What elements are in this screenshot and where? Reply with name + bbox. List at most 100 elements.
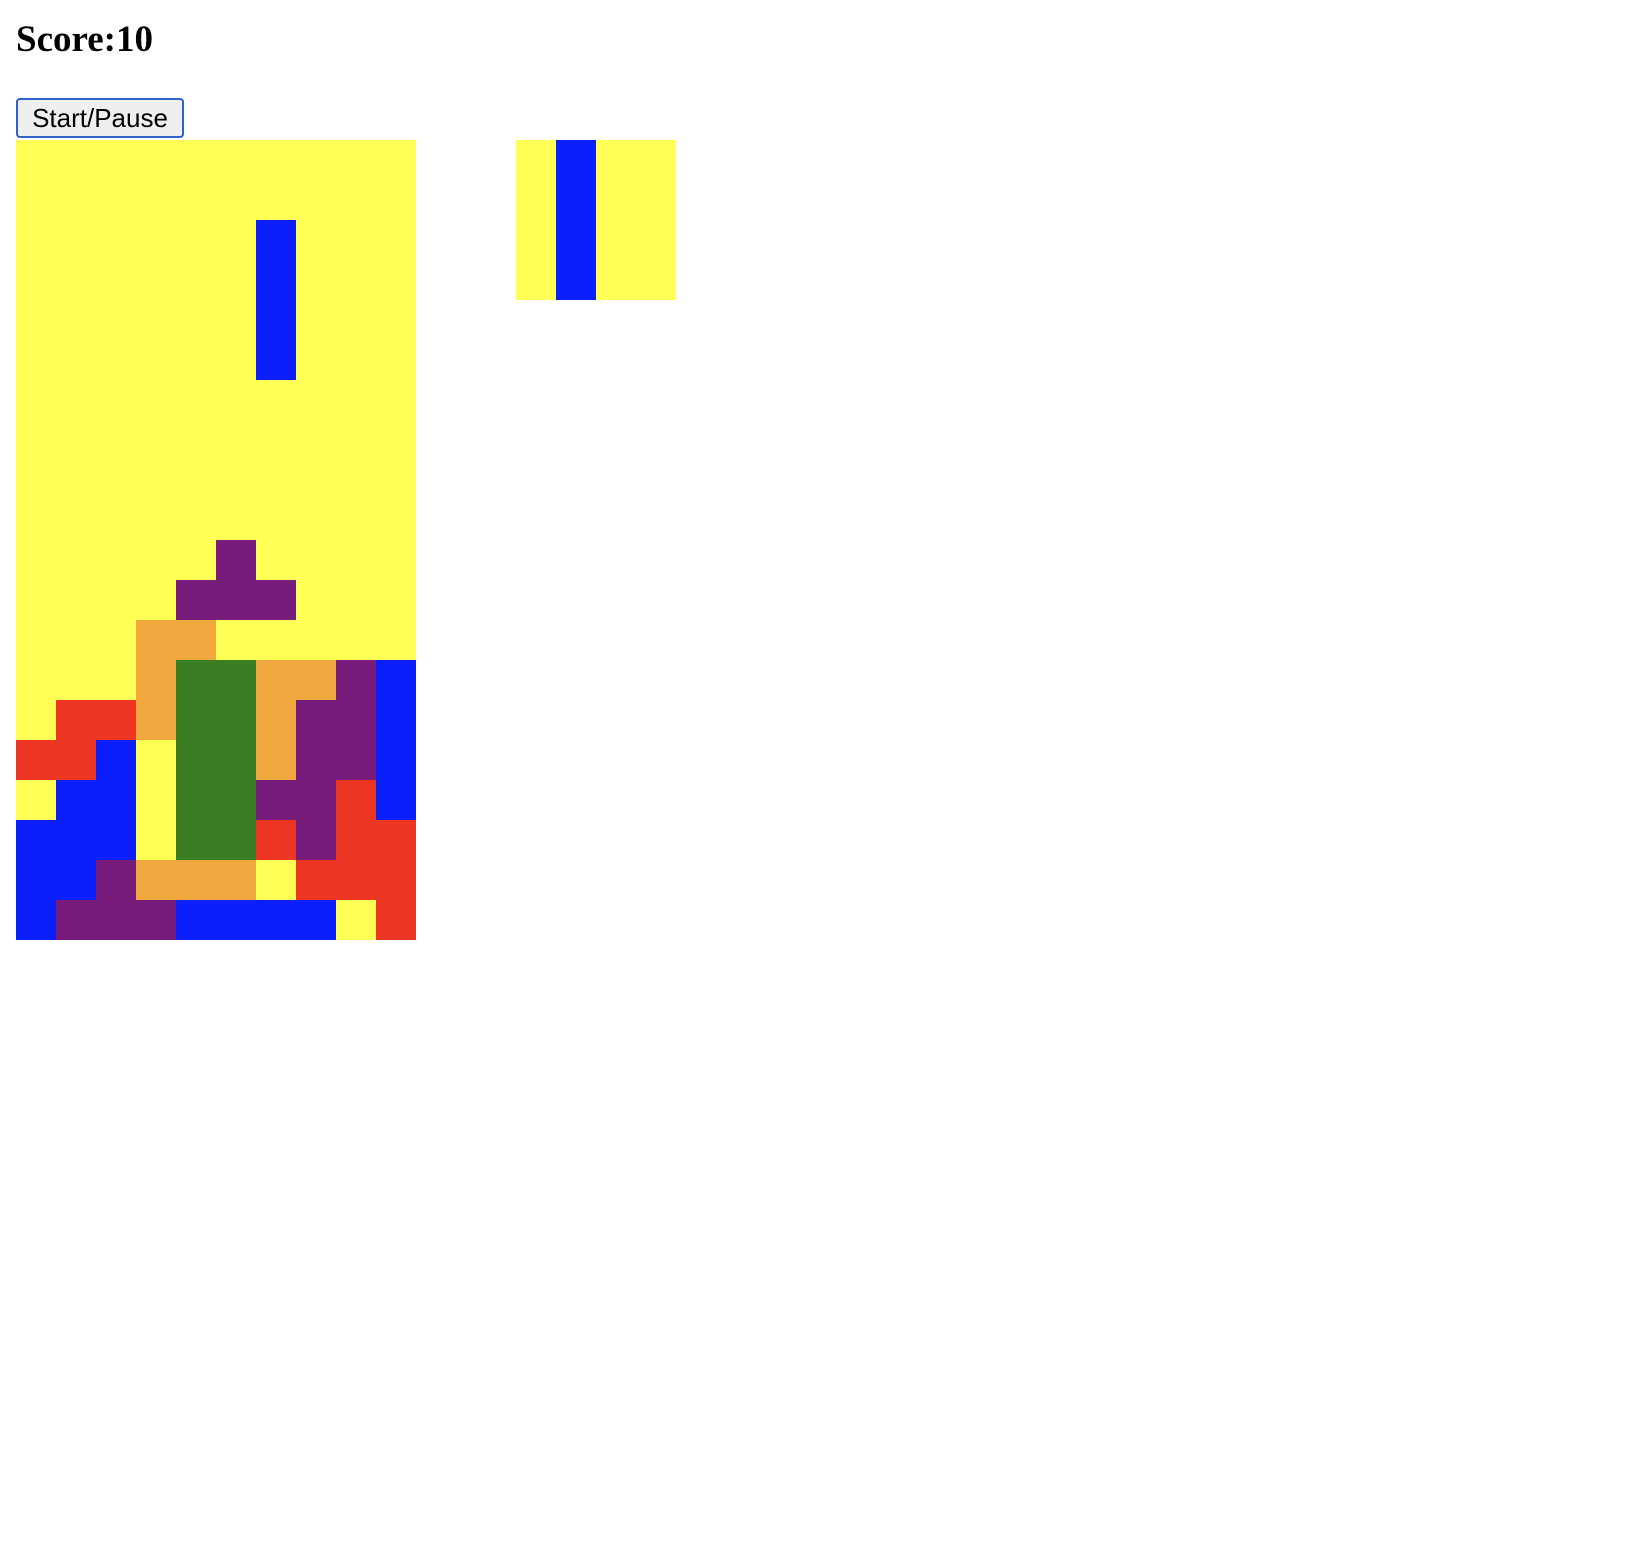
board-cell-empty <box>56 340 96 380</box>
board-cell-red <box>56 740 96 780</box>
board-cell-red <box>16 740 56 780</box>
board-cell-green <box>216 700 256 740</box>
board-cell-blue <box>256 300 296 340</box>
board-cell-empty <box>16 180 56 220</box>
board-cell-purple <box>96 860 136 900</box>
board-cell-blue <box>96 820 136 860</box>
score-display: Score:10 <box>16 19 153 60</box>
board-cell-empty <box>136 780 176 820</box>
preview-cell-blue <box>556 260 596 300</box>
board-cell-empty <box>336 260 376 300</box>
board-cell-blue <box>16 900 56 940</box>
board-cell-purple <box>56 900 96 940</box>
board-cell-empty <box>96 620 136 660</box>
board-cell-empty <box>296 580 336 620</box>
board-cell-purple <box>296 740 336 780</box>
board-cell-empty <box>256 500 296 540</box>
board-cell-empty <box>336 900 376 940</box>
board-cell-empty <box>296 540 336 580</box>
board-cell-empty <box>56 460 96 500</box>
board-cell-empty <box>376 260 416 300</box>
board-cell-empty <box>256 860 296 900</box>
board-cell-empty <box>216 260 256 300</box>
board-cell-red <box>336 860 376 900</box>
board-cell-empty <box>16 260 56 300</box>
board-cell-orange <box>136 620 176 660</box>
board-cell-empty <box>176 420 216 460</box>
board-cell-blue <box>376 740 416 780</box>
board-cell-empty <box>296 220 336 260</box>
board-cell-empty <box>336 140 376 180</box>
board-cell-orange <box>136 660 176 700</box>
board-cell-purple <box>136 900 176 940</box>
board-cell-blue <box>56 820 96 860</box>
board-cell-purple <box>296 700 336 740</box>
board-cell-empty <box>16 660 56 700</box>
board-cell-purple <box>216 540 256 580</box>
board-cell-empty <box>296 180 336 220</box>
board-cell-empty <box>16 500 56 540</box>
board-cell-empty <box>136 580 176 620</box>
board-cell-blue <box>56 860 96 900</box>
board-cell-empty <box>136 740 176 780</box>
board-cell-green <box>176 660 216 700</box>
board-cell-empty <box>136 340 176 380</box>
board-cell-empty <box>96 220 136 260</box>
board-cell-empty <box>56 260 96 300</box>
board-cell-empty <box>376 460 416 500</box>
preview-cell-empty <box>636 180 676 220</box>
board-cell-empty <box>296 620 336 660</box>
board-cell-empty <box>136 260 176 300</box>
board-cell-empty <box>136 380 176 420</box>
board-cell-purple <box>336 740 376 780</box>
board-cell-empty <box>376 340 416 380</box>
board-cell-empty <box>136 500 176 540</box>
board-cell-empty <box>376 500 416 540</box>
board-cell-empty <box>336 420 376 460</box>
board-cell-purple <box>216 580 256 620</box>
board-cell-empty <box>176 540 216 580</box>
board-cell-empty <box>136 180 176 220</box>
board-cell-blue <box>56 780 96 820</box>
board-cell-empty <box>16 620 56 660</box>
board-cell-empty <box>16 540 56 580</box>
board-cell-green <box>176 740 216 780</box>
board-cell-purple <box>296 820 336 860</box>
board-cell-empty <box>256 380 296 420</box>
preview-cell-empty <box>636 220 676 260</box>
board-cell-purple <box>336 660 376 700</box>
board-cell-orange <box>256 700 296 740</box>
board-cell-empty <box>56 420 96 460</box>
board-cell-empty <box>16 420 56 460</box>
start-pause-button[interactable]: Start/Pause <box>16 98 184 138</box>
board-cell-empty <box>16 340 56 380</box>
board-cell-blue <box>96 780 136 820</box>
board-cell-empty <box>296 300 336 340</box>
board-cell-empty <box>376 300 416 340</box>
board-cell-empty <box>56 580 96 620</box>
board-cell-green <box>176 700 216 740</box>
board-cell-red <box>296 860 336 900</box>
board-cell-empty <box>336 500 376 540</box>
board-cell-red <box>96 700 136 740</box>
board-cell-empty <box>96 300 136 340</box>
board-cell-blue <box>176 900 216 940</box>
board-cell-orange <box>176 620 216 660</box>
board-cell-empty <box>56 380 96 420</box>
board-cell-orange <box>216 860 256 900</box>
board-cell-empty <box>216 420 256 460</box>
preview-cell-empty <box>516 140 556 180</box>
board-cell-empty <box>296 420 336 460</box>
preview-cell-empty <box>636 260 676 300</box>
board-cell-empty <box>56 180 96 220</box>
board-cell-empty <box>256 460 296 500</box>
board-cell-empty <box>16 780 56 820</box>
board-cell-green <box>216 660 256 700</box>
board-cell-green <box>216 780 256 820</box>
board-cell-empty <box>16 220 56 260</box>
board-cell-empty <box>96 500 136 540</box>
board-cell-empty <box>216 500 256 540</box>
board-cell-empty <box>16 300 56 340</box>
board-cell-empty <box>376 380 416 420</box>
preview-cell-blue <box>556 140 596 180</box>
